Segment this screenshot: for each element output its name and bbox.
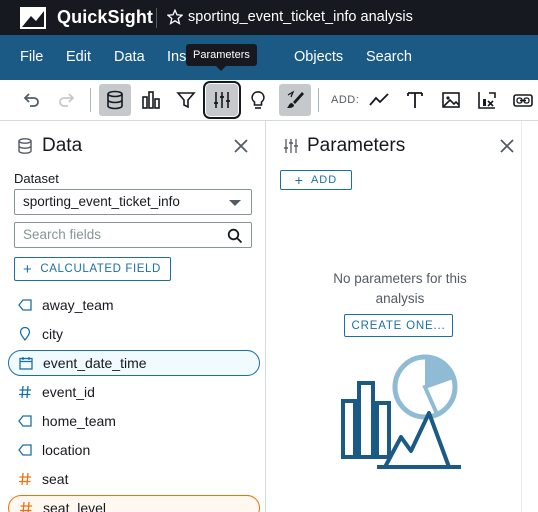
field-label: location <box>42 442 91 458</box>
brand-name[interactable]: QuickSight <box>57 7 153 28</box>
insight-chart-icon <box>478 92 496 109</box>
filter-button[interactable] <box>170 84 202 116</box>
add-link-button[interactable] <box>507 84 538 116</box>
dataset-dropdown[interactable]: sporting_event_ticket_info <box>14 189 252 215</box>
dataset-label: Dataset <box>14 171 59 186</box>
parameters-button[interactable] <box>203 81 241 119</box>
text-icon <box>407 92 423 108</box>
hash-icon <box>19 501 33 512</box>
top-bar: QuickSight sporting_event_ticket_info an… <box>0 0 538 35</box>
field-seat[interactable]: seat <box>8 466 260 492</box>
plus-icon: + <box>23 260 33 278</box>
menu-objects[interactable]: Objects <box>294 49 343 65</box>
dataset-value: sporting_event_ticket_info <box>23 194 180 209</box>
hash-icon <box>18 385 32 399</box>
star-icon[interactable] <box>167 9 183 25</box>
dimension-tag-icon <box>18 298 32 312</box>
dimension-tag-icon <box>18 443 32 457</box>
close-icon[interactable] <box>498 137 516 155</box>
add-parameter-label: ADD <box>310 174 338 186</box>
add-insight-button[interactable] <box>471 84 503 116</box>
menu-search[interactable]: Search <box>366 49 412 65</box>
field-seat-level[interactable]: seat_level <box>8 495 260 512</box>
field-label: city <box>42 326 63 342</box>
field-label: seat <box>42 471 69 487</box>
field-label: seat_level <box>43 500 107 512</box>
parameters-panel: Parameters + ADD No parameters for this … <box>267 121 521 512</box>
calendar-icon <box>19 356 33 370</box>
parameters-panel-header: Parameters <box>283 135 405 157</box>
quicksight-logo-icon[interactable] <box>20 7 46 29</box>
field-city[interactable]: city <box>8 321 260 347</box>
menu-file[interactable]: File <box>20 49 43 65</box>
close-icon[interactable] <box>232 137 250 155</box>
caret-down-icon <box>229 200 241 206</box>
field-event-date-time[interactable]: event_date_time <box>8 350 260 376</box>
redo-icon <box>59 93 75 107</box>
data-panel-title: Data <box>42 135 83 156</box>
database-icon <box>107 90 123 110</box>
field-event-id[interactable]: event_id <box>8 379 260 405</box>
toolbar-divider <box>318 88 319 112</box>
create-parameter-button[interactable]: CREATE ONE... <box>344 314 453 337</box>
visualize-button[interactable] <box>135 84 167 116</box>
insights-button[interactable] <box>242 84 274 116</box>
sliders-icon <box>284 139 298 153</box>
field-label: event_date_time <box>43 355 147 371</box>
link-icon <box>513 94 533 107</box>
menu-data[interactable]: Data <box>114 49 145 65</box>
redo-button[interactable] <box>51 84 83 116</box>
field-away-team[interactable]: away_team <box>8 292 260 318</box>
calculated-field-button[interactable]: + CALCULATED FIELD <box>14 257 171 281</box>
canvas-edge <box>521 121 538 512</box>
data-panel-header: Data <box>16 135 82 157</box>
dimension-tag-icon <box>18 414 32 428</box>
paint-brush-icon <box>287 90 304 108</box>
add-image-button[interactable] <box>435 84 467 116</box>
field-home-team[interactable]: home_team <box>8 408 260 434</box>
add-parameter-button[interactable]: + ADD <box>280 170 352 190</box>
data-pane-button[interactable] <box>99 84 131 116</box>
bar-chart-icon <box>142 91 160 109</box>
empty-state-illustration <box>341 354 461 469</box>
add-label: ADD: <box>331 94 360 106</box>
format-button[interactable] <box>279 84 311 116</box>
search-icon <box>227 228 243 244</box>
menu-edit[interactable]: Edit <box>66 49 91 65</box>
header-divider <box>156 8 157 28</box>
undo-icon <box>23 93 39 107</box>
search-placeholder: Search fields <box>23 227 102 242</box>
field-label: away_team <box>42 297 114 313</box>
parameters-panel-title: Parameters <box>307 135 406 156</box>
plus-icon: + <box>294 172 304 188</box>
add-visual-button[interactable] <box>363 84 395 116</box>
add-text-button[interactable] <box>399 84 431 116</box>
field-label: event_id <box>42 384 95 400</box>
database-icon <box>18 138 32 154</box>
toolbar-divider <box>90 88 91 112</box>
sliders-icon <box>214 92 230 108</box>
geo-pin-icon <box>18 327 32 341</box>
menu-bar: File Edit Data Insights Objects Search <box>0 35 538 80</box>
analysis-title[interactable]: sporting_event_ticket_info analysis <box>188 9 413 25</box>
toolbar: ADD: <box>0 80 538 121</box>
field-location[interactable]: location <box>8 437 260 463</box>
hash-icon <box>18 472 32 486</box>
field-label: home_team <box>42 413 116 429</box>
search-fields-input[interactable]: Search fields <box>14 222 252 248</box>
filter-icon <box>176 92 196 109</box>
undo-button[interactable] <box>15 84 47 116</box>
calculated-field-label: CALCULATED FIELD <box>40 263 161 275</box>
parameters-tooltip: Parameters <box>186 44 257 71</box>
line-chart-icon <box>369 93 389 106</box>
lightbulb-icon <box>251 91 265 109</box>
image-icon <box>442 92 460 108</box>
no-parameters-message: No parameters for this analysis <box>333 271 467 306</box>
data-panel: Data Dataset sporting_event_ticket_info … <box>0 121 266 512</box>
